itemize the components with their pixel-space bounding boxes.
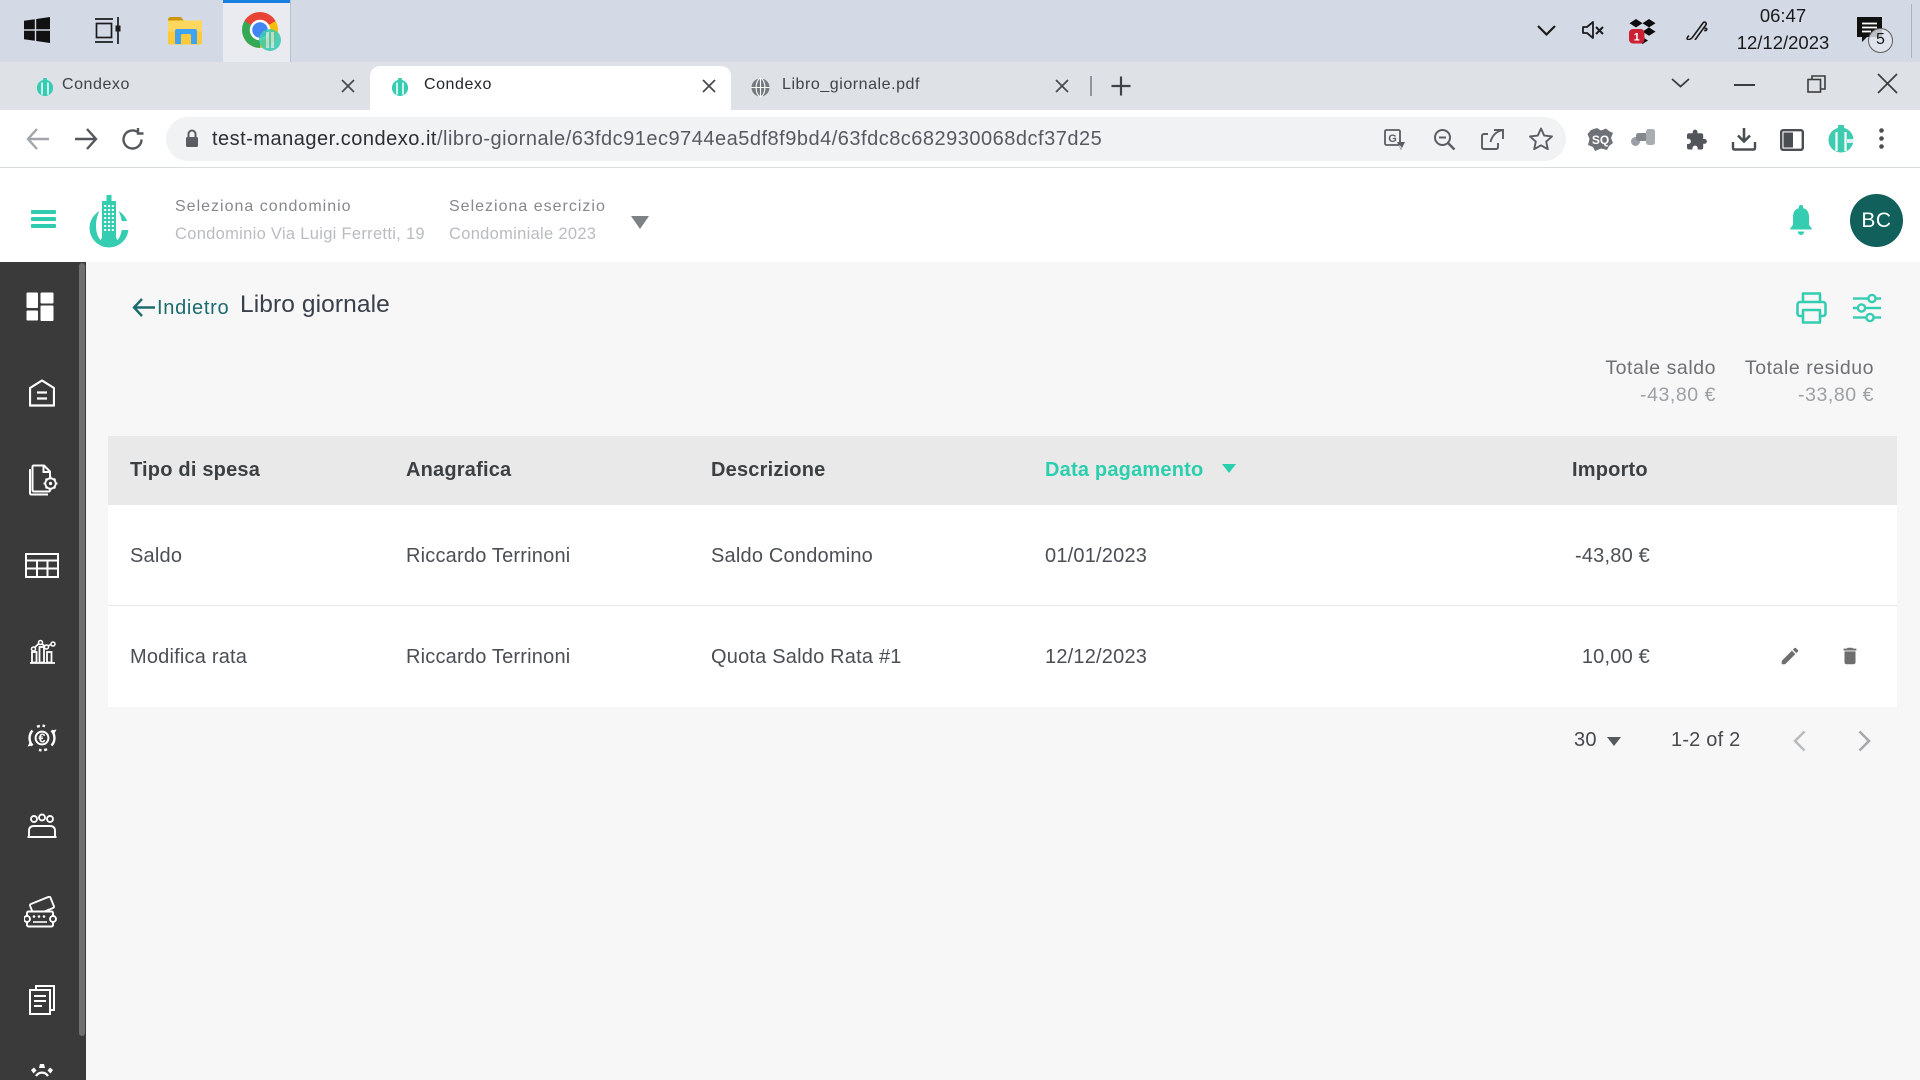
svg-text:G: G	[1388, 133, 1397, 145]
svg-text:SQ: SQ	[1592, 133, 1609, 147]
svg-text:€: €	[39, 732, 46, 746]
svg-text:1: 1	[1634, 32, 1640, 44]
